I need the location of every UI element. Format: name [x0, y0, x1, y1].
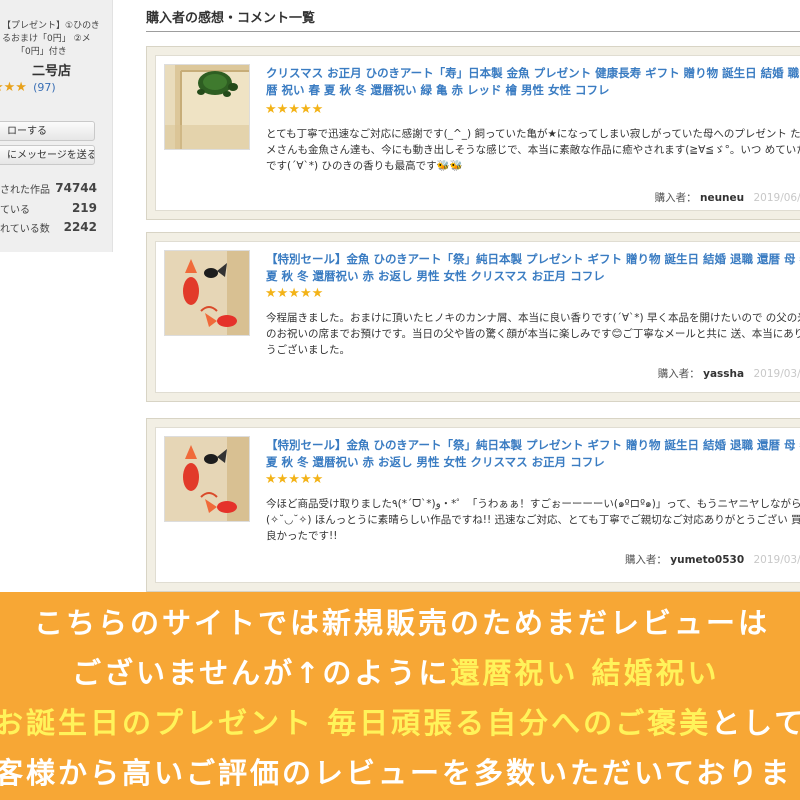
review-rating-stars: ★★★★★	[265, 102, 324, 117]
buyer-label: 購入者：	[624, 554, 667, 566]
banner-highlight: 還暦祝い 結婚祝い	[450, 656, 720, 690]
review-rating-stars: ★★★★★	[265, 472, 324, 487]
buyer-name: neuneu	[699, 192, 745, 204]
banner-highlight: お誕生日のプレゼント 毎日頑張る自分へのご褒美	[0, 706, 712, 740]
shop-desc-line: 【プレゼント】①ひのき	[2, 21, 100, 31]
buyer-name: yumeto0530	[670, 554, 745, 566]
review-date: 2019/03/28	[753, 368, 800, 380]
shop-desc-line: 「0円」付き	[16, 47, 67, 57]
banner-text: ございませんが↑のように	[72, 656, 451, 690]
product-thumbnail[interactable]	[164, 436, 250, 522]
shop-name[interactable]: 二号店	[32, 60, 71, 79]
rating-stars: ★★★	[0, 80, 27, 95]
stat-label: ている	[0, 205, 30, 216]
follow-button[interactable]: ローする	[0, 121, 95, 141]
send-message-button[interactable]: にメッセージを送る	[0, 145, 95, 165]
review-card-body: 【特別セール】金魚 ひのきアート「祭」純日本製 プレゼント ギフト 贈り物 誕生…	[155, 241, 800, 393]
stat-row: れている数 2242	[0, 220, 110, 235]
buyer-info: 購入者： neuneu 2019/06/08	[655, 190, 800, 205]
goldfish-artwork-image	[165, 251, 249, 335]
review-date: 2019/03/26	[753, 554, 800, 566]
product-title-link[interactable]: 【特別セール】金魚 ひのきアート「祭」純日本製 プレゼント ギフト 贈り物 誕生…	[266, 437, 800, 471]
review-rating-stars: ★★★★★	[265, 286, 324, 301]
shop-desc-line: るおまけ「0円」 ②メ	[2, 34, 91, 44]
buyer-label: 購入者：	[657, 368, 700, 380]
shop-description: 【プレゼント】①ひのき るおまけ「0円」 ②メ 「0円」付き	[2, 20, 112, 59]
buyer-label: 購入者：	[654, 192, 697, 204]
review-comment: とても丁寧で迅速なご対応に感謝です(_^_) 飼っていた亀が★になってしまい寂し…	[266, 128, 800, 172]
shop-info-panel: 【プレゼント】①ひのき るおまけ「0円」 ②メ 「0円」付き 二号店 ★★★ (…	[0, 0, 113, 252]
review-card-body: 【特別セール】金魚 ひのきアート「祭」純日本製 プレゼント ギフト 贈り物 誕生…	[155, 427, 800, 583]
buyer-info: 購入者： yassha 2019/03/28	[658, 366, 800, 381]
section-title: 購入者の感想・コメント一覧	[146, 11, 316, 26]
product-title-link[interactable]: クリスマス お正月 ひのきアート「寿」日本製 金魚 プレゼント 健康長寿 ギフト…	[266, 65, 800, 99]
section-divider	[146, 31, 800, 32]
stat-row: された作品 74744	[0, 181, 110, 196]
review-date: 2019/06/08	[753, 192, 800, 204]
product-title-link[interactable]: 【特別セール】金魚 ひのきアート「祭」純日本製 プレゼント ギフト 贈り物 誕生…	[266, 251, 800, 285]
review-card: クリスマス お正月 ひのきアート「寿」日本製 金魚 プレゼント 健康長寿 ギフト…	[146, 46, 800, 220]
banner-line-3: お誕生日のプレゼント 毎日頑張る自分へのご褒美として	[0, 700, 800, 742]
review-comment: 今程届きました。おまけに頂いたヒノキのカンナ屑、本当に良い香りです(ˊ∀ˋ*) …	[266, 312, 800, 356]
stat-value: 74744	[55, 181, 97, 195]
product-thumbnail[interactable]	[164, 250, 250, 336]
banner-line-2: ございませんが↑のように還暦祝い 結婚祝い	[72, 650, 720, 692]
review-card: 【特別セール】金魚 ひのきアート「祭」純日本製 プレゼント ギフト 贈り物 誕生…	[146, 232, 800, 402]
buyer-name: yassha	[703, 368, 745, 380]
product-thumbnail[interactable]	[164, 64, 250, 150]
review-comment: 今ほど商品受け取りました٩(*ˊᗜˋ*)و・*゜「うわぁぁ！すごぉーーーーい(๑…	[266, 498, 800, 542]
stat-value: 2242	[63, 220, 97, 234]
review-count-link[interactable]: (97)	[33, 81, 56, 94]
stat-row: ている 219	[0, 201, 110, 216]
turtle-artwork-image	[165, 65, 249, 149]
buyer-info: 購入者： yumeto0530 2019/03/26	[625, 552, 800, 567]
review-card: 【特別セール】金魚 ひのきアート「祭」純日本製 プレゼント ギフト 贈り物 誕生…	[146, 418, 800, 592]
review-card-body: クリスマス お正月 ひのきアート「寿」日本製 金魚 プレゼント 健康長寿 ギフト…	[155, 55, 800, 211]
banner-line-1: こちらのサイトでは新規販売のためまだレビューは	[34, 606, 771, 640]
banner-text: として	[711, 706, 800, 740]
promo-banner: こちらのサイトでは新規販売のためまだレビューは ございませんが↑のように還暦祝い…	[0, 592, 800, 800]
shop-rating: ★★★ (97)	[0, 80, 56, 95]
goldfish-artwork-image	[165, 437, 249, 521]
stat-label: された作品	[0, 185, 50, 196]
stat-value: 219	[71, 201, 97, 215]
banner-line-4: 客様から高いご評価のレビューを多数いただいておりま	[0, 756, 793, 790]
stat-label: れている数	[0, 224, 50, 235]
